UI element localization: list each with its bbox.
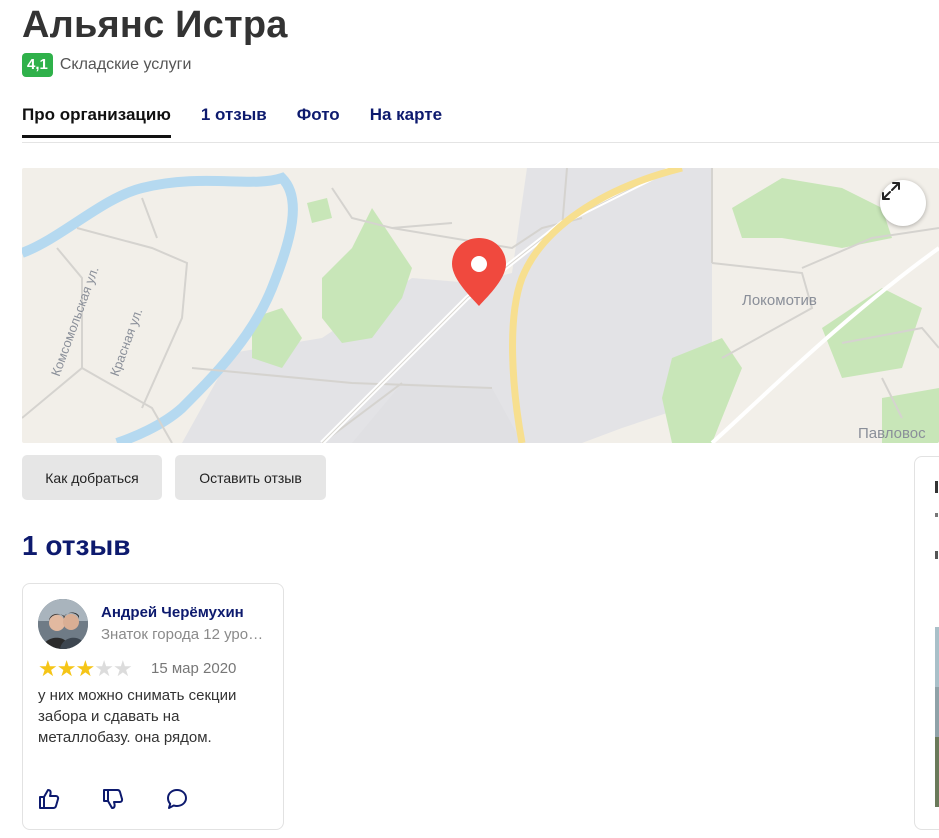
tab-bar: Про организацию 1 отзыв Фото На карте xyxy=(22,105,472,138)
tab-about[interactable]: Про организацию xyxy=(22,105,171,138)
side-panel xyxy=(914,456,939,830)
star-empty-icon: ★ xyxy=(112,656,133,681)
star-empty-icon: ★ xyxy=(94,656,114,681)
map-view[interactable]: Комсомольская ул. Красная ул. Локомотив … xyxy=(22,168,939,443)
map-expand-button[interactable] xyxy=(880,180,926,226)
place-label-pavlovo: Павловос xyxy=(858,425,926,442)
org-title: Альянс Истра xyxy=(22,4,288,46)
review-text: у них можно снимать секции забора и сдав… xyxy=(38,687,237,746)
reviewer-level: Знаток города 12 уровня xyxy=(101,626,271,643)
leave-review-button[interactable]: Оставить отзыв xyxy=(175,455,326,500)
review-date: 15 мар 2020 xyxy=(151,660,237,677)
thumbs-down-icon[interactable] xyxy=(101,787,125,811)
review-rating: ★ ★ ★ ★ ★ xyxy=(38,656,133,681)
expand-icon xyxy=(882,182,900,200)
comment-icon[interactable] xyxy=(165,787,189,811)
rating-badge: 4,1 xyxy=(22,53,53,77)
rating-row: 4,1 Складские услуги xyxy=(22,53,191,77)
star-filled-icon: ★ xyxy=(56,656,77,681)
category-label: Складские услуги xyxy=(59,56,192,73)
district-label-lokomotiv: Локомотив xyxy=(742,292,817,309)
avatar-photo xyxy=(38,599,88,649)
star-filled-icon: ★ xyxy=(38,656,58,681)
tab-on-map[interactable]: На карте xyxy=(370,105,442,138)
tab-reviews[interactable]: 1 отзыв xyxy=(201,105,267,138)
thumbs-up-icon[interactable] xyxy=(37,787,61,811)
review-card: Андрей Черёмухин Знаток города 12 уровня… xyxy=(22,583,284,830)
reviews-heading: 1 отзыв xyxy=(22,530,131,561)
review-actions xyxy=(37,787,229,811)
side-panel-content xyxy=(935,481,939,807)
tab-photos[interactable]: Фото xyxy=(297,105,340,138)
reviewer-name[interactable]: Андрей Черёмухин xyxy=(101,604,244,621)
directions-button[interactable]: Как добраться xyxy=(22,455,162,500)
star-filled-icon: ★ xyxy=(75,656,96,681)
tabs-divider xyxy=(22,142,939,143)
avatar[interactable] xyxy=(38,599,88,649)
